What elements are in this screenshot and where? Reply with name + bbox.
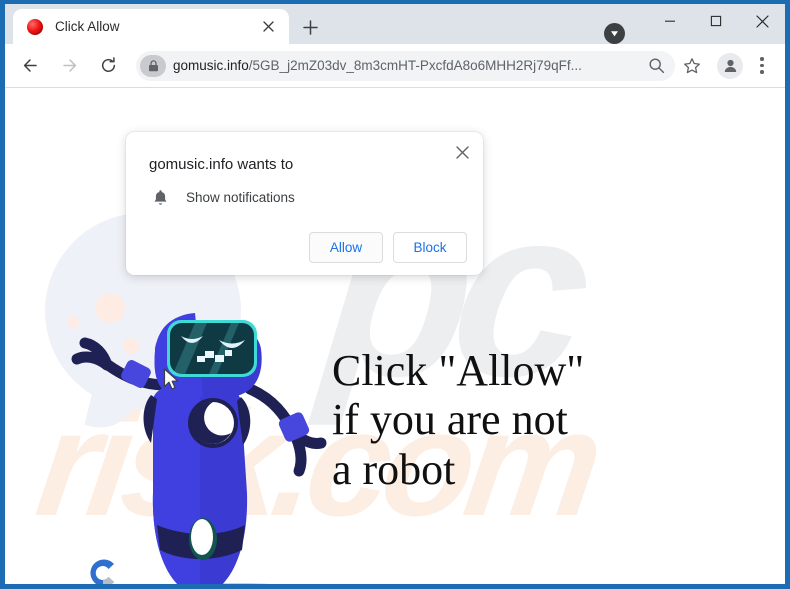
three-dot-menu-icon[interactable] — [749, 51, 775, 81]
forward-button[interactable] — [54, 51, 84, 81]
window-inner: Click Allow gomusic.info/5GB_j2mZ03dv_8m… — [5, 4, 785, 584]
tab-strip: Click Allow — [5, 4, 785, 44]
c-letter-logo-icon — [84, 554, 122, 584]
browser-window: Click Allow gomusic.info/5GB_j2mZ03dv_8m… — [0, 0, 790, 589]
tab-title: Click Allow — [55, 19, 120, 34]
tab-close-icon[interactable] — [257, 16, 279, 38]
close-icon[interactable] — [449, 139, 475, 165]
profile-avatar[interactable] — [717, 52, 743, 79]
reload-button[interactable] — [93, 51, 123, 81]
dialog-actions: Allow Block — [142, 232, 467, 263]
dialog-title: gomusic.info wants to — [149, 156, 294, 173]
allow-button[interactable]: Allow — [309, 232, 383, 263]
page-headline: Click "Allow" if you are not a robot — [332, 346, 585, 494]
url-host: gomusic.info — [173, 58, 249, 73]
back-button[interactable] — [15, 51, 45, 81]
mouse-arrow-cursor — [163, 368, 180, 397]
browser-tab[interactable]: Click Allow — [13, 9, 289, 44]
robot-mascot — [45, 303, 345, 584]
minimize-button[interactable] — [647, 4, 693, 38]
captcha-logo: E-CAPTCHA — [67, 554, 139, 584]
address-bar[interactable]: gomusic.info/5GB_j2mZ03dv_8m3cmHT-PxcfdA… — [136, 50, 675, 81]
search-icon[interactable] — [643, 53, 669, 79]
star-icon[interactable] — [677, 51, 707, 81]
maximize-button[interactable] — [693, 4, 739, 38]
permission-label: Show notifications — [186, 190, 295, 205]
page-viewport: pc risk.com Click "Allow" if you are not… — [5, 88, 785, 584]
new-tab-button[interactable] — [297, 14, 323, 40]
window-caption-buttons — [647, 4, 785, 44]
download-indicator-icon[interactable] — [604, 23, 625, 44]
bell-icon — [149, 189, 171, 206]
tab-favicon-icon — [27, 18, 43, 35]
url-path: /5GB_j2mZ03dv_8m3cmHT-PxcfdA8o6MHH2Rj79q… — [248, 58, 582, 73]
permission-row: Show notifications — [149, 189, 467, 206]
block-button[interactable]: Block — [393, 232, 467, 263]
notification-permission-dialog: gomusic.info wants to Show notifications… — [126, 132, 483, 275]
lock-icon[interactable] — [140, 54, 166, 77]
browser-toolbar: gomusic.info/5GB_j2mZ03dv_8m3cmHT-PxcfdA… — [5, 44, 785, 88]
close-window-button[interactable] — [739, 4, 785, 38]
url-text: gomusic.info/5GB_j2mZ03dv_8m3cmHT-PxcfdA… — [173, 58, 643, 73]
